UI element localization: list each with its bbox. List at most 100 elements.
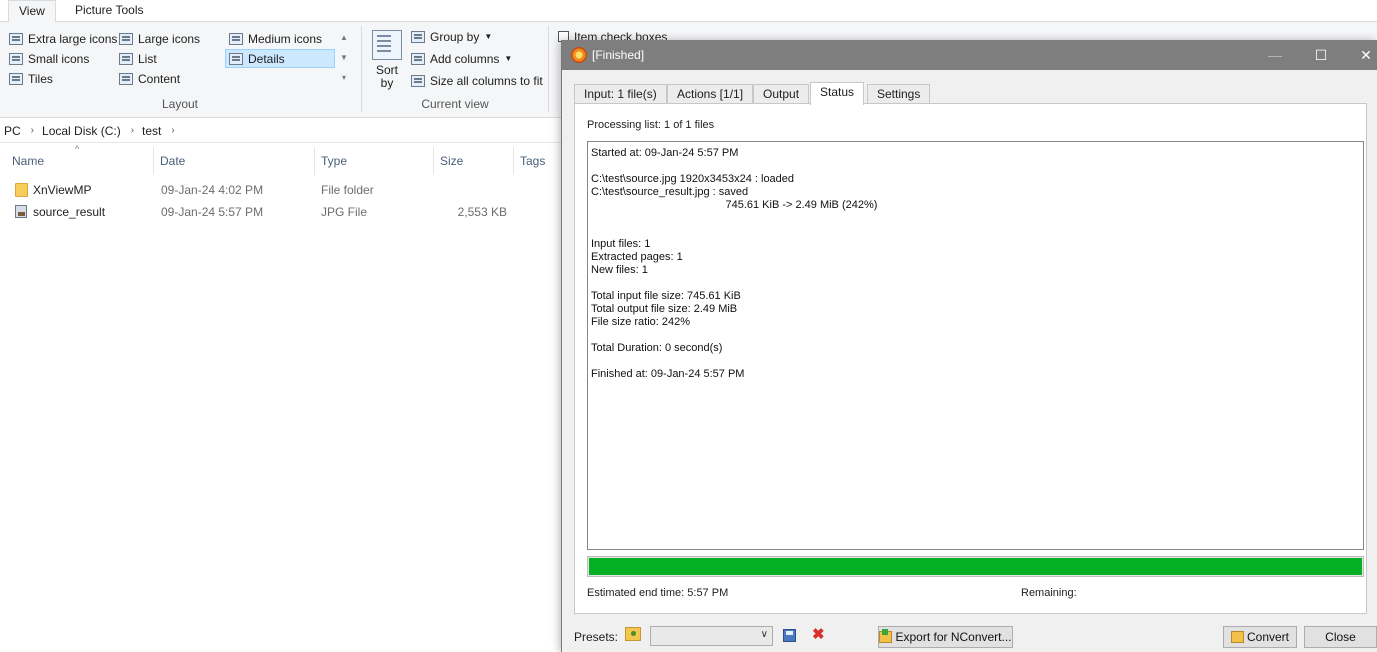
chevron-up-icon[interactable]: ▲ — [338, 28, 350, 48]
layout-list[interactable]: List — [116, 49, 157, 68]
log-line: Total output file size: 2.49 MiB — [591, 303, 738, 315]
save-preset-icon[interactable] — [783, 629, 796, 642]
layout-gallery-scroll[interactable]: ▲ ▼ ▾ — [338, 28, 350, 88]
log-line: Extracted pages: 1 — [591, 251, 683, 263]
xnconvert-dialog: [Finished] — ☐ ✕ Input: 1 file(s) Action… — [561, 40, 1377, 652]
size-all-columns-label: Size all columns to fit — [430, 73, 543, 88]
layout-content[interactable]: Content — [116, 69, 180, 88]
layout-large-icons[interactable]: Large icons — [116, 29, 200, 48]
sort-by-icon[interactable] — [372, 30, 402, 60]
group-by-icon — [411, 30, 425, 43]
group-by-button[interactable]: Group by ▼ — [408, 27, 492, 46]
tab-view[interactable]: View — [8, 0, 56, 23]
close-button[interactable]: Close — [1304, 626, 1377, 648]
add-columns-icon — [411, 52, 425, 65]
close-icon[interactable]: ✕ — [1343, 40, 1377, 70]
status-panel: Processing list: 1 of 1 files Started at… — [574, 103, 1367, 614]
export-icon — [879, 629, 893, 643]
small-icons-icon — [9, 52, 23, 65]
sort-by-button[interactable]: Sort by — [375, 64, 399, 90]
chevron-down-icon: ∨ — [760, 629, 768, 640]
extra-large-icons-icon — [9, 32, 23, 45]
log-line: Total Duration: 0 second(s) — [591, 342, 723, 354]
add-columns-label: Add columns — [430, 51, 500, 66]
add-columns-button[interactable]: Add columns ▼ — [408, 49, 512, 68]
file-date: 09-Jan-24 4:02 PM — [161, 183, 264, 197]
minimize-icon[interactable]: — — [1252, 40, 1298, 70]
layout-item-label: Tiles — [28, 71, 53, 86]
dropdown-arrow-icon: ▼ — [504, 53, 513, 63]
export-nconvert-button[interactable]: Export for NConvert... — [878, 626, 1013, 648]
delete-preset-icon[interactable]: ✖ — [812, 626, 825, 644]
dialog-titlebar[interactable]: [Finished] — ☐ ✕ — [562, 40, 1377, 70]
log-line: Total input file size: 745.61 KiB — [591, 290, 741, 302]
expand-gallery-icon[interactable]: ▾ — [338, 68, 350, 88]
layout-tiles[interactable]: Tiles — [6, 69, 53, 88]
presets-label: Presets: — [574, 630, 619, 644]
load-preset-folder-icon[interactable] — [625, 627, 641, 641]
breadcrumb-local-disk[interactable]: Local Disk (C:) — [38, 124, 127, 138]
medium-icons-icon — [229, 32, 243, 45]
chevron-right-icon: › — [30, 125, 35, 136]
export-button-label: Export for NConvert... — [895, 630, 1012, 644]
convert-button[interactable]: Convert — [1223, 626, 1297, 648]
folder-icon — [15, 183, 28, 197]
preset-dropdown[interactable]: ∨ — [650, 626, 773, 646]
chevron-right-icon: › — [171, 125, 175, 136]
layout-small-icons[interactable]: Small icons — [6, 49, 89, 68]
tab-status[interactable]: Status — [810, 82, 865, 105]
group-by-label: Group by — [430, 29, 480, 44]
convert-icon — [1230, 631, 1244, 643]
breadcrumb-pc[interactable]: PC — [0, 124, 27, 138]
tab-picture-tools[interactable]: Picture Tools — [65, 0, 153, 22]
file-row[interactable]: XnViewMP 09-Jan-24 4:02 PM File folder — [0, 179, 560, 201]
dialog-bottom-bar: Presets: ∨ ✖ Export for NConvert... Conv… — [562, 621, 1377, 652]
column-header-date[interactable]: Date — [154, 147, 315, 175]
ribbon-tab-bar: View Picture Tools — [0, 0, 1377, 23]
log-line: File size ratio: 242% — [591, 316, 691, 328]
current-view-group-label: Current view — [421, 97, 489, 111]
log-line: 745.61 KiB -> 2.49 MiB (242%) — [591, 199, 878, 211]
estimated-end-time: Estimated end time: 5:57 PM — [587, 587, 729, 599]
log-line: Finished at: 09-Jan-24 5:57 PM — [591, 368, 745, 380]
jpg-file-icon — [15, 205, 27, 218]
details-icon — [229, 52, 243, 65]
list-icon — [119, 52, 133, 65]
file-type: JPG File — [321, 205, 368, 219]
chevron-down-icon[interactable]: ▼ — [338, 48, 350, 68]
layout-item-label: Extra large icons — [28, 31, 118, 46]
size-all-columns-button[interactable]: Size all columns to fit — [408, 71, 543, 90]
ribbon-divider — [361, 26, 362, 112]
convert-button-label: Convert — [1246, 630, 1290, 644]
large-icons-icon — [119, 32, 133, 45]
dropdown-arrow-icon: ▼ — [484, 31, 493, 41]
log-line: C:\test\source.jpg 1920x3453x24 : loaded — [591, 173, 795, 185]
column-header-size[interactable]: Size — [434, 147, 514, 175]
ribbon-divider — [548, 26, 549, 112]
tab-actions[interactable]: Actions [1/1] — [667, 84, 754, 104]
status-log[interactable]: Started at: 09-Jan-24 5:57 PM C:\test\sou… — [587, 141, 1364, 550]
layout-item-label: Small icons — [28, 51, 90, 66]
maximize-icon[interactable]: ☐ — [1298, 40, 1344, 70]
layout-details[interactable]: Details — [225, 49, 335, 68]
tab-settings[interactable]: Settings — [867, 84, 931, 104]
layout-medium-icons[interactable]: Medium icons — [226, 29, 322, 48]
file-row[interactable]: source_result 09-Jan-24 5:57 PM JPG File… — [0, 201, 560, 223]
file-size: 2,553 KB — [457, 205, 507, 219]
column-header-tags[interactable]: Tags — [514, 147, 560, 175]
file-type: File folder — [321, 183, 374, 197]
tab-input[interactable]: Input: 1 file(s) — [574, 84, 667, 104]
column-header-type[interactable]: Type — [315, 147, 434, 175]
file-name: source_result — [33, 205, 106, 219]
tab-output[interactable]: Output — [753, 84, 810, 104]
log-line: Input files: 1 — [591, 238, 651, 250]
column-header-name[interactable]: Name — [6, 147, 154, 175]
layout-extra-large-icons[interactable]: Extra large icons — [6, 29, 117, 48]
layout-item-label: Details — [248, 51, 285, 66]
layout-item-label: List — [138, 51, 157, 66]
layout-item-label: Large icons — [138, 31, 201, 46]
breadcrumb-test[interactable]: test — [138, 124, 167, 138]
